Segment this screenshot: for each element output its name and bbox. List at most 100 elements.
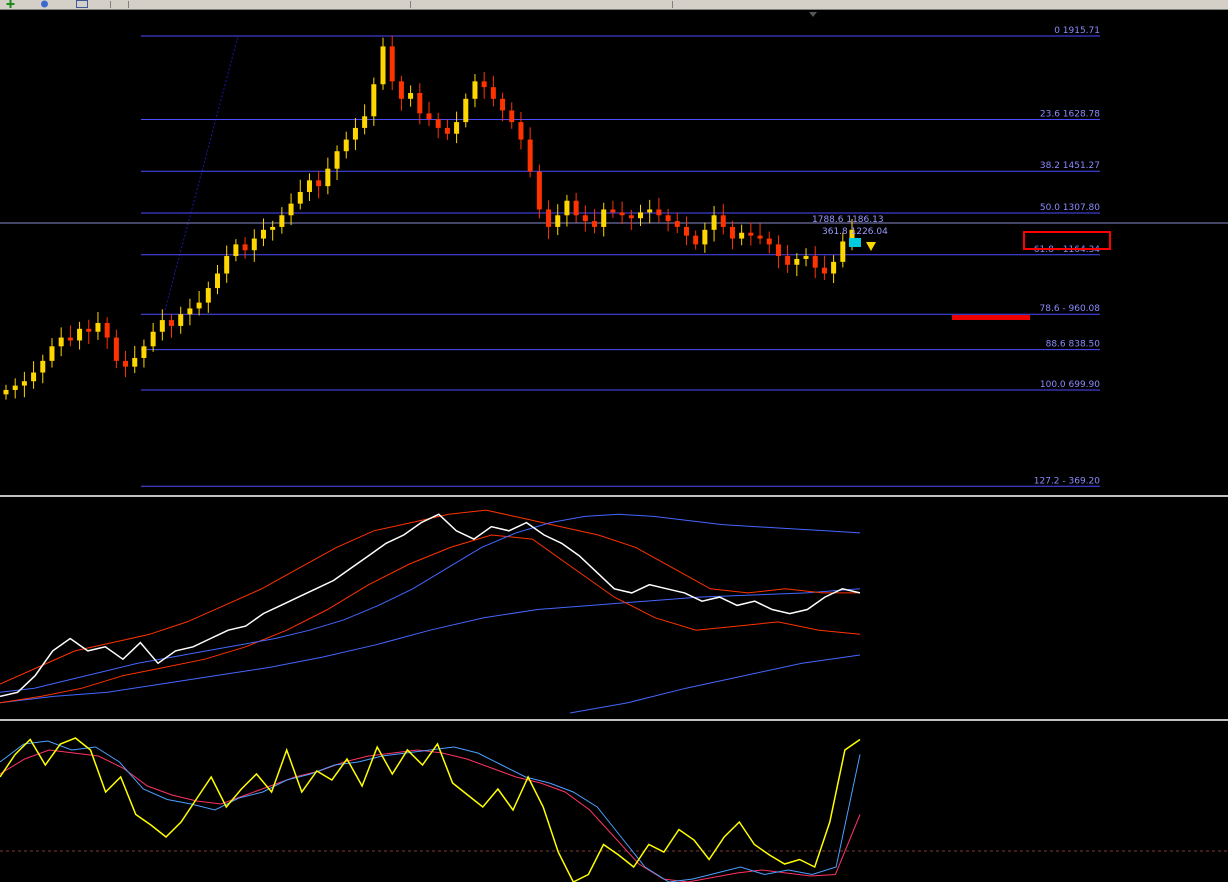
candle-body: [408, 92, 414, 99]
candle-body: [656, 209, 662, 216]
candle-body: [86, 328, 92, 332]
candle-body: [205, 288, 211, 303]
candle-body: [12, 385, 18, 390]
bb-slow-upper-line: [0, 588, 861, 704]
candle-body: [288, 203, 294, 216]
candle-body: [380, 46, 386, 85]
candle-body: [619, 212, 625, 216]
candle-body: [683, 226, 689, 236]
main-candlestick-chart: 0 1915.71 23.6 1628.78 38.2 1451.27 50.0 13…: [0, 12, 1228, 487]
candle-body: [178, 314, 184, 326]
bollinger-band-chart: [0, 509, 861, 714]
candle-body: [132, 357, 138, 367]
fibonacci-retracement: 0 1915.71 23.6 1628.78 38.2 1451.27 50.0 13…: [141, 26, 1101, 487]
window-icon[interactable]: [76, 0, 88, 8]
candle-body: [481, 81, 487, 88]
candle-body: [702, 229, 708, 245]
fib-label: 50.0 1307.80: [1040, 203, 1100, 213]
candle-body: [325, 168, 331, 187]
fib-label: 23.6 1628.78: [1040, 110, 1100, 120]
toolbar-separator: [128, 1, 129, 8]
candle-body: [546, 209, 552, 227]
candle-body: [67, 337, 73, 341]
oscillator-main-line: [0, 737, 861, 882]
arrow-marker: [866, 242, 876, 251]
candle-body: [260, 229, 266, 239]
candles: [3, 35, 855, 400]
price-line: [0, 513, 861, 698]
candle-body: [196, 302, 202, 309]
bb-upper-line: [0, 509, 860, 685]
candle-body: [159, 320, 165, 332]
candle-body: [426, 113, 432, 120]
candle-body: [398, 81, 404, 99]
candle-body: [31, 372, 37, 382]
candle-body: [279, 215, 285, 227]
candle-body: [21, 381, 27, 386]
fib-label: 78.6 - 960.08: [1040, 304, 1101, 314]
candle-body: [224, 256, 230, 274]
bb-lower-line: [0, 534, 861, 704]
highlight-bar: [952, 315, 1030, 320]
candle-body: [58, 337, 64, 347]
toolbar-separator: [110, 1, 111, 8]
candle-body: [316, 180, 322, 187]
toolbar: [0, 0, 1228, 10]
candle-body: [628, 215, 634, 219]
candle-body: [582, 215, 588, 222]
candle-body: [536, 171, 542, 210]
candle-body: [500, 98, 506, 111]
candle-body: [113, 337, 119, 361]
candle-body: [306, 180, 312, 192]
candle-body: [454, 122, 460, 134]
candle-body: [371, 84, 377, 117]
candle-body: [123, 360, 129, 367]
candle-body: [766, 238, 772, 245]
panel-divider: [0, 495, 1228, 497]
candle-body: [242, 244, 248, 251]
candle-body: [40, 360, 46, 373]
toolbar-separator: [672, 1, 673, 8]
fib-label: 88.6 838.50: [1046, 340, 1101, 350]
candle-body: [3, 389, 9, 395]
candle-body: [592, 221, 598, 227]
current-bar-marker: [809, 12, 817, 17]
fib-label: 38.2 1451.27: [1040, 161, 1100, 171]
candle-body: [794, 258, 800, 265]
candle-body: [334, 151, 340, 169]
candle-body: [297, 191, 303, 204]
candle-body: [693, 235, 699, 245]
candle-body: [435, 119, 441, 128]
candle-body: [803, 256, 809, 259]
candle-body: [95, 323, 101, 332]
candle-body: [233, 244, 239, 257]
candle-body: [490, 87, 496, 99]
oscillator-signal-1-line: [0, 740, 861, 882]
candle-body: [555, 215, 561, 227]
panel-divider: [0, 719, 1228, 721]
candle-body: [463, 98, 469, 123]
candle-body: [352, 127, 358, 140]
candle-body: [720, 215, 726, 227]
candle-body: [141, 346, 147, 358]
candle-body: [840, 241, 846, 262]
bb-slow-lower-line: [569, 654, 861, 714]
candle-body: [573, 200, 579, 216]
candle-body: [610, 209, 616, 213]
globe-icon[interactable]: [40, 0, 49, 8]
candle-body: [518, 122, 524, 140]
candle-body: [748, 232, 754, 236]
candle-body: [215, 273, 220, 289]
candle-body: [812, 256, 818, 268]
candle-body: [665, 215, 671, 222]
price-readout-2: 361.8 1226.04: [822, 227, 888, 237]
plus-icon[interactable]: [6, 0, 15, 8]
candle-body: [104, 323, 110, 338]
fib-label: 0 1915.71: [1054, 26, 1100, 36]
candle-body: [77, 328, 83, 341]
candle-body: [444, 127, 450, 134]
candle-body: [389, 46, 395, 82]
candle-body: [674, 221, 680, 227]
candle-body: [564, 200, 570, 216]
candle-body: [527, 139, 533, 172]
